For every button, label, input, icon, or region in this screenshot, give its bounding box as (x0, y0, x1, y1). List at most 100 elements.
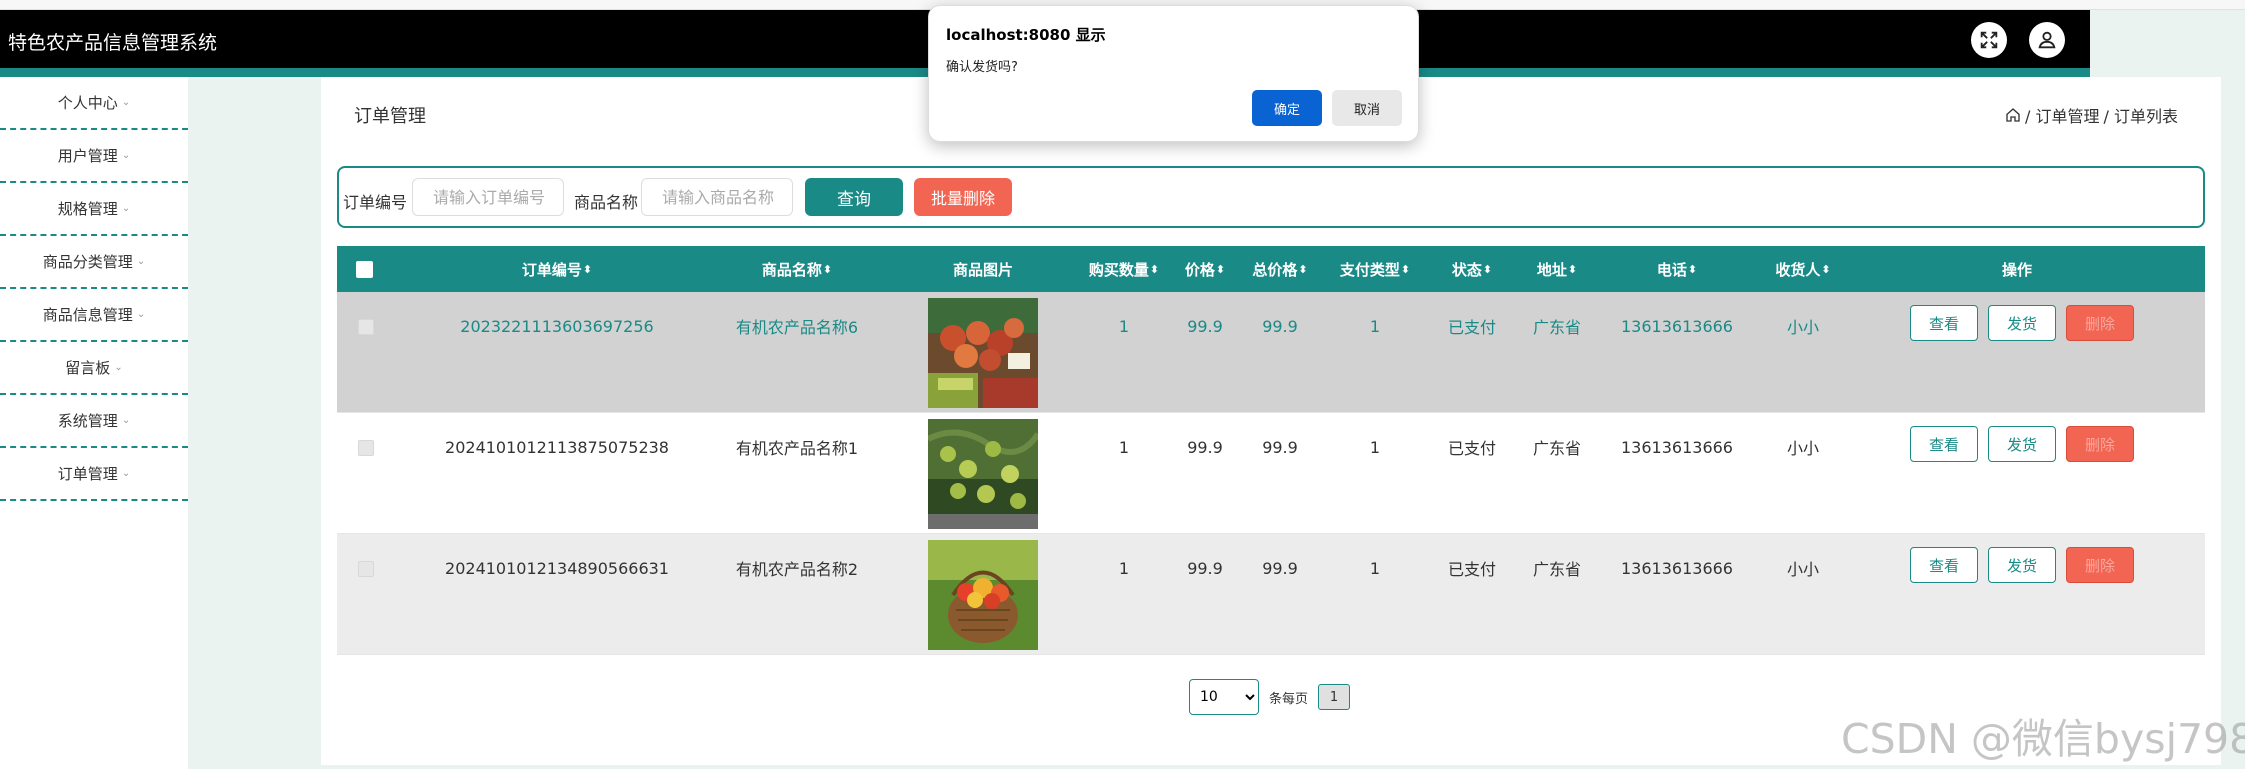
select-all-checkbox[interactable] (356, 261, 373, 278)
home-icon[interactable] (2005, 107, 2021, 123)
col-receiver[interactable]: 收货人 ⬍ (1758, 246, 1848, 292)
product-image (928, 540, 1038, 650)
ship-button[interactable]: 发货 (1988, 426, 2056, 462)
view-button[interactable]: 查看 (1910, 547, 1978, 583)
col-qty[interactable]: 购买数量 ⬍ (1084, 246, 1164, 292)
sort-icon: ⬍ (1567, 262, 1578, 276)
row-checkbox[interactable] (358, 561, 374, 577)
col-product[interactable]: 商品名称 ⬍ (737, 246, 857, 292)
sidebar-item-label: 商品信息管理 (42, 306, 133, 324)
chevron-down-icon: ⌄ (136, 256, 146, 267)
cell-total: 99.9 (1262, 437, 1298, 457)
col-total[interactable]: 总价格 ⬍ (1240, 246, 1320, 292)
cell-order-no: 2023221113603697256 (460, 316, 654, 336)
sort-icon: ⬍ (1482, 262, 1493, 276)
col-label: 电话 (1656, 260, 1687, 279)
chevron-down-icon: ⌄ (121, 97, 131, 108)
sidebar-item-label: 个人中心 (57, 94, 118, 112)
col-image: 商品图片 (923, 246, 1043, 292)
product-image (928, 419, 1038, 529)
table-row[interactable]: 202410101213489056663​1 有机农产品名称2 1 99.9 … (337, 534, 2205, 655)
cell-pay-type: 1 (1369, 437, 1381, 457)
cell-status: 已支付 (1447, 439, 1496, 458)
sort-icon: ⬍ (822, 262, 833, 276)
col-label: 购买数量 (1088, 260, 1149, 279)
cell-qty: 1 (1118, 316, 1130, 336)
fullscreen-icon (1980, 31, 1998, 49)
cell-qty: 1 (1118, 558, 1130, 578)
sidebar-item-label: 订单管理 (57, 465, 118, 483)
sidebar-item-user-management[interactable]: 用户管理 ⌄ (0, 130, 188, 183)
sidebar-item-order-management[interactable]: 订单管理 ⌄ (0, 448, 188, 501)
page-size-select[interactable]: 10 (1189, 679, 1259, 715)
user-button[interactable] (2029, 22, 2065, 58)
col-label: 订单编号 (521, 260, 582, 279)
sidebar-item-label: 留言板 (65, 359, 111, 377)
cell-price: 99.9 (1187, 316, 1223, 336)
sidebar-item-message-board[interactable]: 留言板 ⌄ (0, 342, 188, 395)
cell-address: 广东省 (1532, 439, 1581, 458)
page-number-button[interactable]: 1 (1318, 684, 1351, 710)
product-name-input[interactable] (641, 178, 793, 216)
cell-order-no: 2024101012113875075238 (445, 437, 669, 457)
cell-pay-type: 1 (1369, 316, 1381, 336)
view-button[interactable]: 查看 (1910, 426, 1978, 462)
confirm-dialog: localhost:8080 显示 确认发货吗? 确定 取消 (928, 5, 1419, 142)
sidebar-item-personal-center[interactable]: 个人中心 ⌄ (0, 77, 188, 130)
sidebar-item-spec-management[interactable]: 规格管理 ⌄ (0, 183, 188, 236)
chevron-down-icon: ⌄ (121, 203, 131, 214)
dialog-ok-button[interactable]: 确定 (1252, 90, 1322, 126)
user-icon (2038, 31, 2056, 49)
table-row[interactable]: 2023221113603697256 有机农产品名称6 1 99.9 99.9… (337, 292, 2205, 413)
ship-button[interactable]: 发货 (1988, 305, 2056, 341)
page-title: 订单管理 (354, 106, 426, 127)
chevron-down-icon: ⌄ (114, 362, 123, 373)
query-button[interactable]: 查询 (805, 178, 903, 216)
cell-receiver: 小小 (1786, 318, 1819, 337)
cell-address: 广东省 (1532, 318, 1581, 337)
cell-price: 99.9 (1187, 437, 1223, 457)
cell-receiver: 小小 (1786, 439, 1819, 458)
cell-phone: 13613613666 (1621, 316, 1733, 336)
col-label: 商品名称 (761, 260, 822, 279)
dialog-title: localhost:8080 显示 (946, 26, 1106, 44)
batch-delete-button[interactable]: 批量删除 (914, 178, 1012, 216)
sidebar-item-label: 系统管理 (57, 412, 118, 430)
col-pay-type[interactable]: 支付类型 ⬍ (1330, 246, 1420, 292)
cell-product: 有机农产品名称1 (735, 439, 859, 458)
view-button[interactable]: 查看 (1910, 305, 1978, 341)
cell-total: 99.9 (1262, 558, 1298, 578)
ship-button[interactable]: 发货 (1988, 547, 2056, 583)
sort-icon: ⬍ (1215, 262, 1226, 276)
order-no-input[interactable] (412, 178, 564, 216)
orders-table: 订单编号 ⬍ 商品名称 ⬍ 商品图片 购买数量 ⬍ 价格 ⬍ 总价格 ⬍ 支付类型 ⬍ 状态… (337, 246, 2205, 655)
delete-button[interactable]: 删除 (2066, 547, 2134, 583)
order-no-label: 订单编号 (343, 193, 408, 212)
col-status[interactable]: 状态 ⬍ (1437, 246, 1507, 292)
sort-icon: ⬍ (582, 262, 593, 276)
sidebar-item-product-management[interactable]: 商品信息管理 ⌄ (0, 289, 188, 342)
col-address[interactable]: 地址 ⬍ (1522, 246, 1592, 292)
breadcrumb-order-list: / 订单列表 (2103, 107, 2178, 126)
col-order-no[interactable]: 订单编号 ⬍ (497, 246, 617, 292)
table-row[interactable]: 2024101012113875075238 有机农产品名称1 1 99.9 9… (337, 413, 2205, 534)
watermark: CSDN @微信bysj798 (1841, 715, 2245, 763)
delete-button[interactable]: 删除 (2066, 305, 2134, 341)
col-label: 总价格 (1252, 260, 1298, 279)
sidebar-item-system-management[interactable]: 系统管理 ⌄ (0, 395, 188, 448)
row-checkbox[interactable] (358, 440, 374, 456)
cell-phone: 13613613666 (1621, 558, 1733, 578)
sidebar-item-category-management[interactable]: 商品分类管理 ⌄ (0, 236, 188, 289)
dialog-cancel-button[interactable]: 取消 (1332, 90, 1402, 126)
delete-button[interactable]: 删除 (2066, 426, 2134, 462)
col-ops: 操作 (1987, 246, 2047, 292)
col-phone[interactable]: 电话 ⬍ (1637, 246, 1717, 292)
cell-price: 99.9 (1187, 558, 1223, 578)
col-price[interactable]: 价格 ⬍ (1175, 246, 1235, 292)
col-label: 状态 (1451, 260, 1482, 279)
cell-product: 有机农产品名称2 (735, 560, 859, 579)
sort-icon: ⬍ (1821, 262, 1831, 276)
fullscreen-button[interactable] (1971, 22, 2007, 58)
breadcrumb-order-management[interactable]: / 订单管理 (2025, 103, 2099, 127)
row-checkbox[interactable] (358, 319, 374, 335)
